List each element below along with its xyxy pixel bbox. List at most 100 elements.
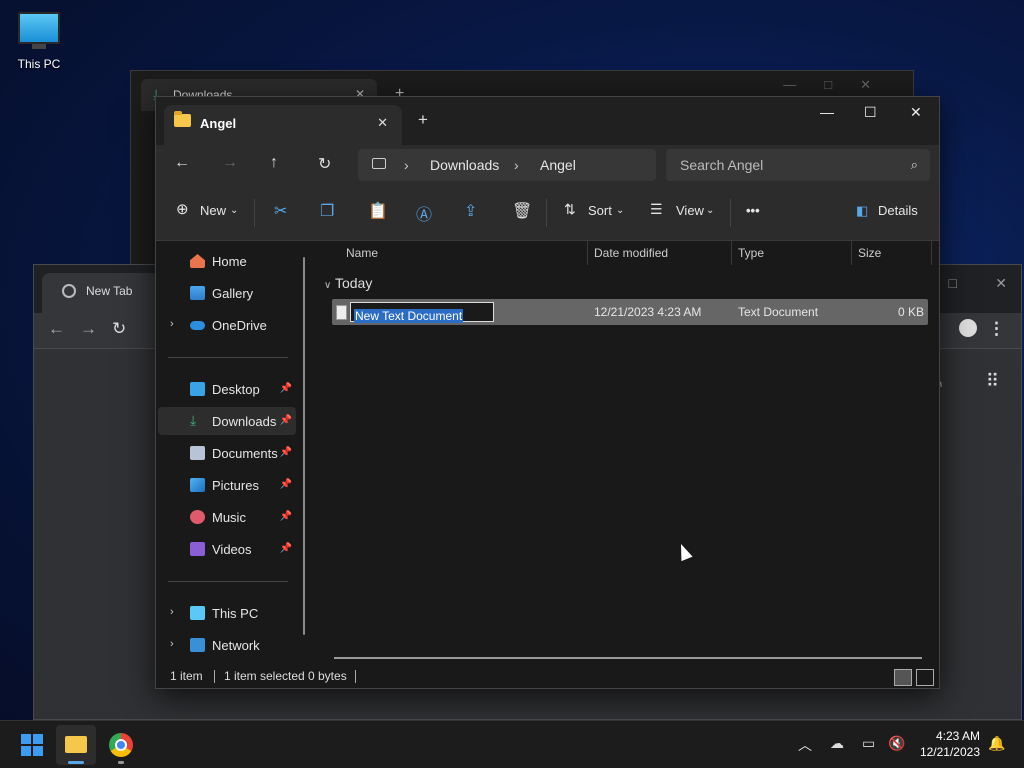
column-size[interactable]: Size <box>858 246 881 260</box>
pin-icon: 📌 <box>279 543 292 554</box>
taskbar-chrome[interactable] <box>109 733 133 757</box>
maximize-button[interactable]: ☐ <box>864 104 877 121</box>
text-file-icon <box>336 305 347 320</box>
close-icon[interactable]: ✕ <box>995 275 1007 292</box>
sidebar-item-pictures[interactable]: Pictures 📌 <box>158 471 296 499</box>
chevron-right-icon[interactable]: › <box>514 157 519 173</box>
navigation-pane: Home Gallery › OneDrive Desktop 📌 ⤓ Down… <box>156 241 314 664</box>
close-tab-icon[interactable]: ✕ <box>377 115 388 131</box>
sidebar-item-gallery[interactable]: Gallery <box>158 279 296 307</box>
new-tab-button[interactable]: + <box>418 110 428 130</box>
sidebar-item-documents[interactable]: Documents 📌 <box>158 439 296 467</box>
search-icon: ⌕ <box>910 157 918 172</box>
sort-button[interactable]: Sort <box>588 203 612 218</box>
column-name[interactable]: Name <box>346 246 378 260</box>
desktop-icon-this-pc[interactable]: This PC <box>12 8 66 71</box>
close-window-button[interactable]: ✕ <box>910 104 922 121</box>
view-button[interactable]: View <box>676 203 704 218</box>
videos-icon <box>190 542 205 556</box>
column-date-modified[interactable]: Date modified <box>594 246 668 260</box>
desktop-icon-label: This PC <box>17 57 61 71</box>
file-row[interactable]: New Text Document 12/21/2023 4:23 AM Tex… <box>332 299 928 325</box>
file-size: 0 KB <box>897 305 924 319</box>
share-icon[interactable]: ⇪ <box>464 201 477 221</box>
breadcrumb-angel[interactable]: Angel <box>540 157 576 173</box>
rename-icon[interactable]: Ⓐ <box>416 201 432 225</box>
menu-icon[interactable]: ⋮ <box>988 319 1005 339</box>
paste-icon[interactable]: 📋 <box>368 201 388 221</box>
network-icon[interactable]: ▭ <box>862 735 875 752</box>
sidebar-item-videos[interactable]: Videos 📌 <box>158 535 296 563</box>
maximize-icon[interactable]: □ <box>949 275 957 291</box>
chevron-right-icon[interactable]: › <box>404 157 409 173</box>
explorer-tab-title: Angel <box>200 116 237 131</box>
new-button[interactable]: New <box>200 203 226 218</box>
details-view-button[interactable] <box>894 669 912 686</box>
folder-icon <box>65 736 87 753</box>
title-bar: Angel ✕ + — ☐ ✕ <box>156 97 939 145</box>
sidebar-item-network[interactable]: › Network <box>158 631 296 659</box>
sidebar-item-onedrive[interactable]: › OneDrive <box>158 311 296 339</box>
search-input[interactable]: Search Angel ⌕ <box>666 149 930 181</box>
chevron-down-icon: ⌄ <box>616 205 625 216</box>
breadcrumb-downloads[interactable]: Downloads <box>430 157 499 173</box>
start-button[interactable] <box>21 734 43 756</box>
address-bar[interactable]: › Downloads › Angel <box>358 149 656 181</box>
clock[interactable]: 4:23 AM 12/21/2023 <box>920 728 980 760</box>
forward-arrow-icon[interactable]: → <box>222 154 238 172</box>
computer-icon <box>18 12 60 44</box>
sidebar-item-this-pc[interactable]: › This PC <box>158 599 296 627</box>
chevron-right-icon[interactable]: › <box>170 638 174 650</box>
forward-arrow-icon[interactable]: → <box>80 319 97 339</box>
chevron-down-icon: ⌄ <box>230 205 239 216</box>
chevron-right-icon[interactable]: › <box>170 318 174 330</box>
reload-icon[interactable]: ↻ <box>112 319 126 339</box>
back-arrow-icon[interactable]: ← <box>48 319 65 339</box>
chrome-tab-icon <box>62 284 76 298</box>
up-arrow-icon[interactable]: ↑ <box>270 154 278 172</box>
sidebar-item-downloads[interactable]: ⤓ Downloads 📌 <box>158 407 296 435</box>
cut-icon[interactable]: ✂ <box>274 201 287 221</box>
notification-bell-icon[interactable]: 🔔 <box>988 735 1005 752</box>
sidebar-item-home[interactable]: Home <box>158 247 296 275</box>
profile-icon[interactable] <box>959 319 977 337</box>
pin-icon: 📌 <box>279 447 292 458</box>
more-options-button[interactable]: ••• <box>746 203 760 218</box>
details-button[interactable]: Details <box>878 203 918 218</box>
rename-input[interactable]: New Text Document <box>350 302 494 323</box>
taskbar-file-explorer[interactable] <box>56 725 96 765</box>
plus-circle-icon: ⊕ <box>176 201 189 218</box>
file-date: 12/21/2023 4:23 AM <box>594 305 702 319</box>
explorer-tab[interactable]: Angel ✕ <box>164 105 402 145</box>
minimize-button[interactable]: — <box>820 104 834 120</box>
explorer-window[interactable]: Angel ✕ + — ☐ ✕ ← → ↑ ↻ › Downloads › An… <box>155 96 940 689</box>
folder-icon <box>174 111 191 127</box>
item-count: 1 item <box>170 669 203 683</box>
sort-icon: ⇅ <box>564 201 576 217</box>
chevron-right-icon[interactable]: › <box>170 606 174 618</box>
copy-icon[interactable]: ❐ <box>320 201 334 221</box>
pin-icon: 📌 <box>279 415 292 426</box>
clock-date: 12/21/2023 <box>919 745 980 759</box>
gallery-icon <box>190 286 205 300</box>
taskbar: ︿ ☁ ▭ 🔇 🔔 4:23 AM 12/21/2023 <box>0 720 1024 768</box>
back-arrow-icon[interactable]: ← <box>174 154 190 172</box>
sidebar-item-music[interactable]: Music 📌 <box>158 503 296 531</box>
tiles-view-button[interactable] <box>916 669 934 686</box>
navigation-bar: ← → ↑ ↻ › Downloads › Angel Search Angel… <box>156 145 939 185</box>
horizontal-scrollbar[interactable] <box>334 657 922 659</box>
volume-icon[interactable]: 🔇 <box>888 735 905 752</box>
chevron-up-icon[interactable]: ︿ <box>798 735 812 755</box>
column-type[interactable]: Type <box>738 246 764 260</box>
window-controls[interactable]: —□✕ <box>783 77 899 93</box>
cloud-icon[interactable]: ☁ <box>830 735 844 752</box>
group-header-today[interactable]: ∨ Today <box>324 275 372 291</box>
nav-scrollbar[interactable] <box>303 257 305 635</box>
apps-grid-icon[interactable]: ⠿ <box>986 371 999 392</box>
sidebar-item-desktop[interactable]: Desktop 📌 <box>158 375 296 403</box>
desktop-icon <box>190 382 205 396</box>
delete-icon[interactable]: 🗑 <box>512 201 532 221</box>
chrome-tab-title: New Tab <box>86 284 133 298</box>
music-icon <box>190 510 205 524</box>
refresh-icon[interactable]: ↻ <box>318 154 331 174</box>
